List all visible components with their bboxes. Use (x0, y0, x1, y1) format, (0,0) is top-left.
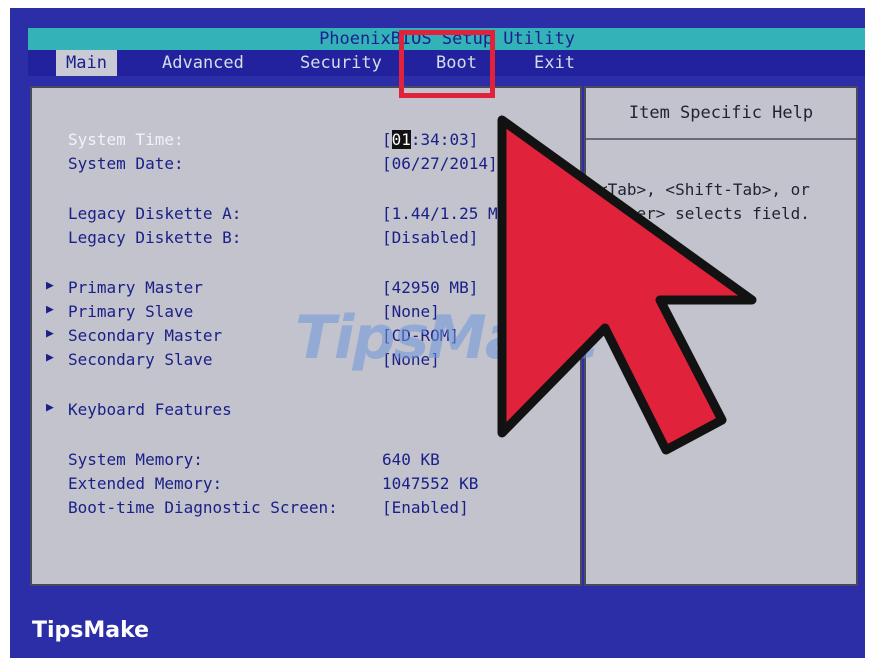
big-red-arrow-icon (497, 115, 757, 455)
bios-screen: PhoenixBIOS Setup Utility Main Advanced … (10, 8, 865, 658)
brand-logo-text: TipsMake (32, 618, 150, 643)
